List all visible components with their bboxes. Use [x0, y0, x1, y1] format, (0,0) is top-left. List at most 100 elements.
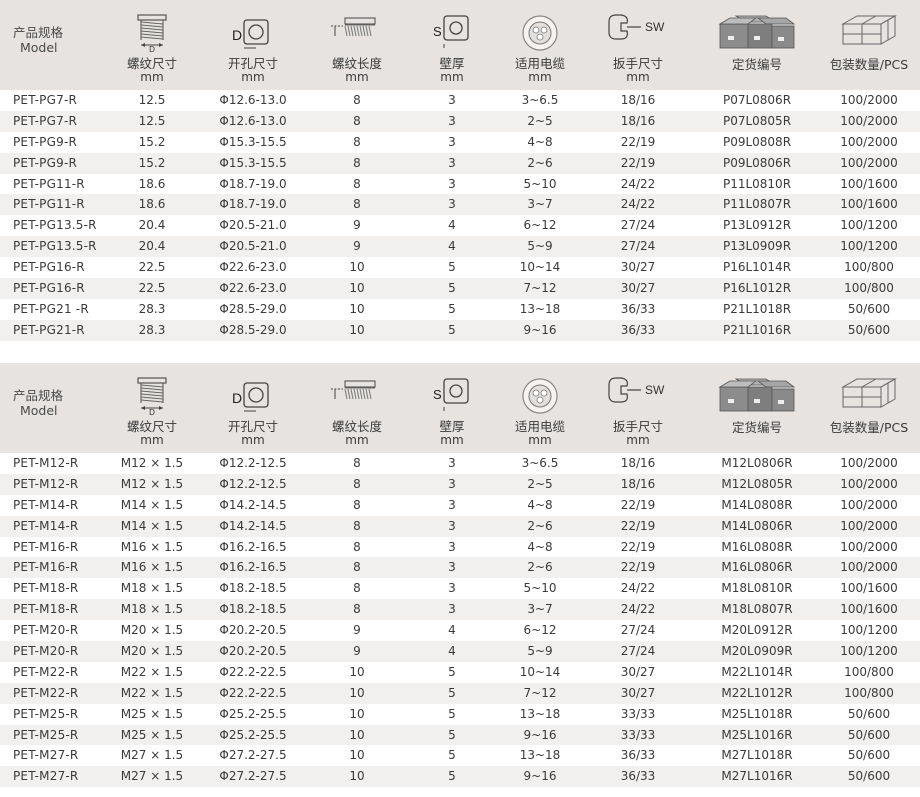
wall-thickness-cell: 4	[448, 239, 456, 254]
wrench-size-cell: 24/22	[620, 197, 656, 212]
model-cell: PET-PG16-R	[13, 260, 85, 275]
package-qty-cell: 100/1200	[840, 239, 898, 254]
table-row: PET-PG9-R 15.2 Φ15.3-15.5 8 3 2~6 22/19 P09L080…	[0, 152, 920, 174]
wall-thickness-cell: 3	[448, 539, 456, 554]
wall-thickness-cell: 3	[448, 581, 456, 596]
wall-thickness-cell: 5	[448, 706, 456, 721]
column-header: 定货编号	[702, 363, 812, 453]
table-row: PET-M20-R M20 × 1.5 Φ20.2-20.5 9 4 6~12 27/24 M…	[0, 620, 920, 642]
thread-length-cell: 8	[353, 476, 361, 491]
wrench-size-cell: 27/24	[620, 239, 656, 254]
thread-length-cell: 8	[353, 134, 361, 149]
order-code-cell: M27L1018R	[721, 748, 793, 763]
column-label: 定货编号	[731, 420, 783, 435]
hole-size-cell: Φ18.2-18.5	[219, 581, 287, 596]
model-cell: PET-PG9-R	[13, 134, 78, 149]
wall-thickness-cell: 3	[448, 197, 456, 212]
table-row: PET-M14-R M14 × 1.5 Φ14.2-14.5 8 3 4~8 22/19 M1…	[0, 494, 920, 516]
wrench-icon: SW	[605, 375, 671, 409]
order-code-cell: M18L0810R	[721, 581, 793, 596]
wrench-icon: SW	[605, 12, 671, 46]
cable-range-cell: 9~16	[523, 769, 557, 784]
cable-range-cell: 6~12	[523, 623, 557, 638]
cable-range-cell: 7~12	[523, 685, 557, 700]
table-row: PET-M18-R M18 × 1.5 Φ18.2-18.5 8 3 3~7 24/22 M1…	[0, 599, 920, 621]
model-cell: PET-M20-R	[13, 623, 79, 638]
thread-size-cell: M20 × 1.5	[120, 644, 184, 659]
column-header: 包装数量/PCS	[814, 0, 920, 90]
package-qty-cell: 100/800	[844, 260, 894, 275]
table-body: PET-PG7-R 12.5 Φ12.6-13.0 8 3 3~6.5 18/16 P07L0…	[0, 90, 920, 341]
wall-thickness-cell: 4	[448, 623, 456, 638]
package-qty-cell: 100/2000	[840, 539, 898, 554]
cable-range-cell: 5~9	[527, 239, 553, 254]
wrench-size-cell: 30/27	[620, 685, 656, 700]
order-code-cell: M14L0808R	[721, 497, 793, 512]
thread-size-cell: M27 × 1.5	[120, 748, 184, 763]
cable-range-cell: 2~6	[527, 560, 553, 575]
table-row: PET-M25-R M25 × 1.5 Φ25.2-25.5 10 5 9~16 33/33…	[0, 724, 920, 746]
wrench-size-cell: 33/33	[620, 706, 656, 721]
thread-length-cell: 8	[353, 113, 361, 128]
table-row: PET-M27-R M27 × 1.5 Φ27.2-27.5 10 5 9~16 36/33…	[0, 766, 920, 788]
wall-thickness-cell: 5	[448, 281, 456, 296]
wrench-size-cell: 27/24	[620, 623, 656, 638]
model-label-cn: 产品规格	[13, 25, 64, 40]
model-cell: PET-PG13.5-R	[13, 239, 97, 254]
wrench-size-cell: 22/19	[620, 560, 656, 575]
wall-thickness-cell: 4	[448, 644, 456, 659]
column-label: 适用电缆	[514, 56, 566, 71]
column-unit: mm	[528, 433, 552, 447]
column-header: SW 扳手尺寸 mm	[583, 0, 693, 90]
package-qty-cell: 100/2000	[840, 155, 898, 170]
order-code-cell: M22L1012R	[721, 685, 793, 700]
table-row: PET-PG9-R 15.2 Φ15.3-15.5 8 3 4~8 22/19 P09L080…	[0, 131, 920, 153]
wall-thickness-cell: 3	[448, 134, 456, 149]
thread-length-cell: 10	[349, 727, 365, 742]
order-code-cell: P21L1016R	[722, 322, 792, 337]
table-row: PET-M12-R M12 × 1.5 Φ12.2-12.5 8 3 2~5 18/16 M1…	[0, 473, 920, 495]
cable-range-cell: 3~6.5	[521, 93, 559, 107]
package-qty-cell: 100/2000	[840, 93, 898, 107]
order-code-cell: P07L0806R	[722, 93, 792, 107]
wrench-size-cell: 18/16	[620, 476, 656, 491]
thread-length-cell: 10	[349, 281, 365, 296]
package-qty-cell: 50/600	[847, 706, 891, 721]
wall-thickness-cell: 3	[448, 113, 456, 128]
column-header: D 开孔尺寸 mm	[198, 0, 308, 90]
column-label: 定货编号	[731, 57, 783, 72]
svg-text:D: D	[232, 390, 242, 406]
model-label-en: Model	[20, 40, 58, 55]
column-label: 适用电缆	[514, 419, 566, 434]
column-unit: mm	[440, 70, 464, 84]
order-code-cell: M20L0909R	[721, 644, 793, 659]
cable-range-cell: 10~14	[519, 260, 561, 275]
column-unit: mm	[140, 433, 164, 447]
hole-size-cell: Φ20.2-20.5	[219, 644, 287, 659]
package-qty-cell: 100/2000	[840, 113, 898, 128]
thread-length-cell: 10	[349, 322, 365, 337]
cable-range-cell: 5~10	[523, 581, 557, 596]
wrench-size-cell: 30/27	[620, 260, 656, 275]
thread-size-cell: M18 × 1.5	[120, 581, 184, 596]
wall-thickness-cell: 5	[448, 260, 456, 275]
model-cell: PET-PG7-R	[13, 113, 78, 128]
model-header: 产品规格 Model	[13, 25, 63, 55]
model-cell: PET-M18-R	[13, 581, 79, 596]
thread-length-cell: 10	[349, 685, 365, 700]
thread-length-cell: 8	[353, 456, 361, 470]
thread-size-cell: M27 × 1.5	[120, 769, 184, 784]
table-row: PET-M22-R M22 × 1.5 Φ22.2-22.5 10 5 7~12 30/27…	[0, 682, 920, 704]
thread-size-cell: M20 × 1.5	[120, 623, 184, 638]
column-label: 扳手尺寸	[612, 419, 664, 434]
wall-thickness-cell: 3	[448, 602, 456, 617]
model-cell: PET-PG11-R	[13, 197, 85, 212]
thread-size-cell: M25 × 1.5	[120, 706, 184, 721]
column-header: D 开孔尺寸 mm	[198, 363, 308, 453]
hole-size-cell: Φ16.2-16.5	[219, 539, 287, 554]
thread-size-cell: 20.4	[138, 218, 166, 233]
column-label: 开孔尺寸	[227, 419, 279, 434]
table-row: PET-M16-R M16 × 1.5 Φ16.2-16.5 8 3 2~6 22/19 M1…	[0, 557, 920, 579]
hole-size-cell: Φ12.6-13.0	[219, 93, 287, 107]
thread-size-icon: D	[130, 375, 174, 419]
